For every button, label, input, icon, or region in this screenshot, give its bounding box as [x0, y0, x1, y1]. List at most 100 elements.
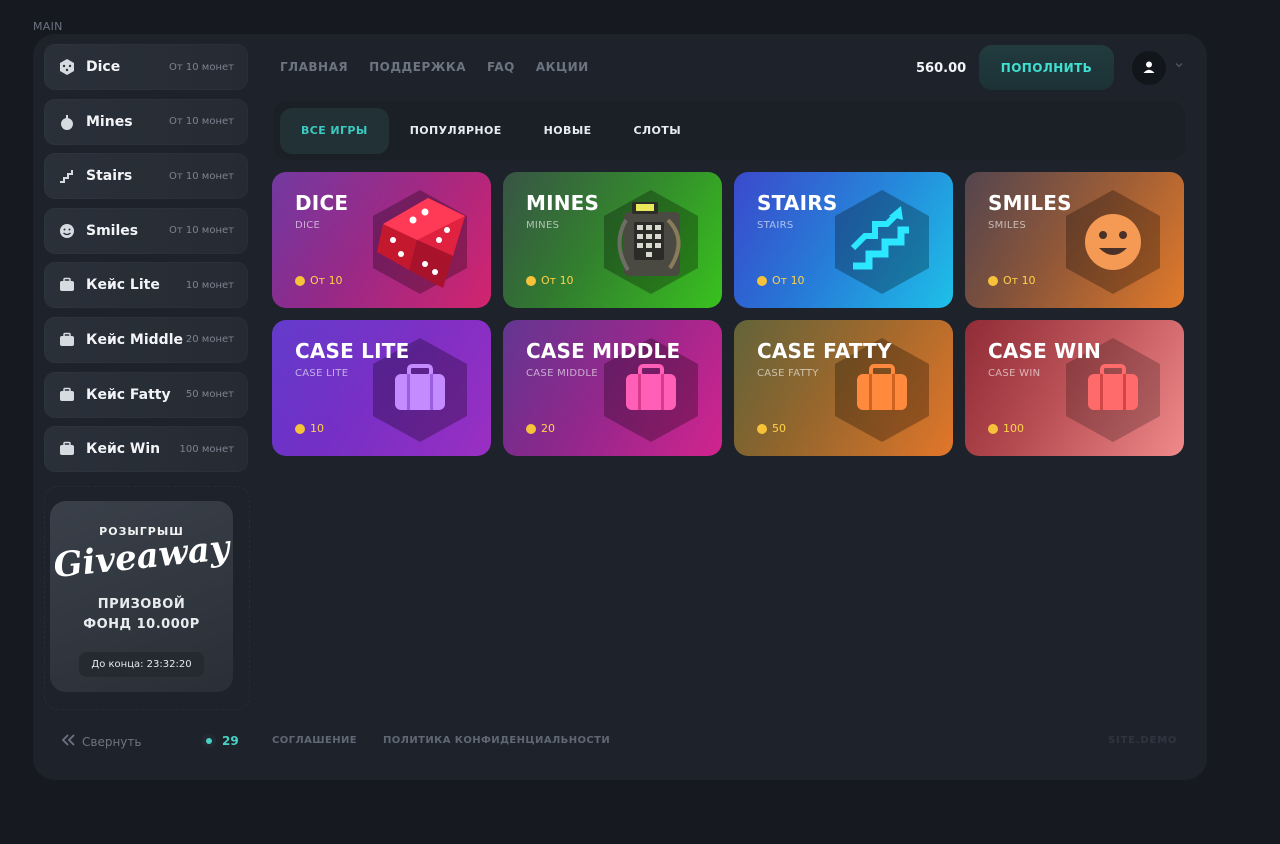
- sidebar-item-dice[interactable]: Dice От 10 монет: [44, 44, 248, 90]
- coin-icon: [988, 423, 998, 434]
- nav-support[interactable]: ПОДДЕРЖКА: [369, 60, 466, 74]
- sidebar-item-mines[interactable]: Mines От 10 монет: [44, 98, 248, 145]
- card-subtitle: MINES: [526, 220, 560, 231]
- card-title: CASE FATTY: [757, 339, 892, 363]
- game-card-mines[interactable]: MINES MINES От 10: [503, 172, 722, 308]
- sidebar-item-label: Кейс Middle: [86, 331, 183, 348]
- card-price-value: 20: [541, 422, 555, 435]
- sidebar-item-price: От 10 монет: [169, 116, 234, 128]
- card-price-value: 10: [310, 422, 324, 435]
- footer-link-privacy[interactable]: ПОЛИТИКА КОНФИДЕНЦИАЛЬНОСТИ: [383, 735, 610, 746]
- card-price: От 10: [988, 274, 1036, 287]
- card-title: DICE: [295, 191, 349, 215]
- sidebar-item-case-middle[interactable]: Кейс Middle 20 монет: [44, 316, 248, 363]
- sidebar-item-price: 100 монет: [179, 443, 234, 455]
- nav-promos[interactable]: АКЦИИ: [536, 60, 589, 74]
- card-title: MINES: [526, 191, 600, 215]
- sidebar-item-price: 20 монет: [185, 334, 234, 346]
- tab-new[interactable]: НОВЫЕ: [523, 108, 613, 154]
- stairs-arrow-icon: [835, 190, 929, 294]
- sidebar-item-price: От 10 монет: [169, 170, 234, 182]
- nav-home[interactable]: ГЛАВНАЯ: [280, 60, 348, 74]
- stairs-icon: [58, 167, 76, 185]
- coin-icon: [988, 275, 998, 286]
- game-card-case-middle[interactable]: CASE MIDDLE CASE MIDDLE 20: [503, 320, 722, 456]
- sidebar-item-price: От 10 монет: [169, 61, 234, 73]
- card-subtitle: CASE FATTY: [757, 368, 819, 379]
- sidebar-item-case-lite[interactable]: Кейс Lite 10 монет: [44, 262, 248, 309]
- card-price-value: От 10: [310, 274, 343, 287]
- sidebar-item-smiles[interactable]: Smiles От 10 монет: [44, 207, 248, 254]
- coin-icon: [526, 275, 536, 286]
- card-subtitle: SMILES: [988, 220, 1026, 231]
- briefcase-icon: [58, 386, 76, 404]
- site-name: SITE.DEMO: [1108, 735, 1178, 746]
- card-subtitle: CASE MIDDLE: [526, 368, 598, 379]
- user-icon: [1142, 59, 1156, 78]
- game-card-case-win[interactable]: CASE WIN CASE WIN 100: [965, 320, 1184, 456]
- giveaway-banner[interactable]: РОЗЫГРЫШ Giveaway ПРИЗОВОЙ ФОНД 10.000Р …: [50, 501, 233, 692]
- footer-link-agreement[interactable]: СОГЛАШЕНИЕ: [272, 735, 357, 746]
- collapse-sidebar-button[interactable]: Свернуть: [61, 734, 142, 749]
- sidebar-item-case-fatty[interactable]: Кейс Fatty 50 монет: [44, 371, 248, 418]
- tab-slots[interactable]: СЛОТЫ: [613, 108, 702, 154]
- card-title: CASE WIN: [988, 339, 1102, 363]
- balance: 560.00: [916, 61, 967, 76]
- tab-all-games[interactable]: ВСЕ ИГРЫ: [280, 107, 389, 154]
- sidebar-item-stairs[interactable]: Stairs От 10 монет: [44, 153, 248, 200]
- card-price: От 10: [295, 274, 343, 287]
- category-tabs: ВСЕ ИГРЫ ПОПУЛЯРНОЕ НОВЫЕ СЛОТЫ: [273, 101, 1185, 160]
- sidebar-item-label: Smiles: [86, 222, 139, 239]
- game-card-stairs[interactable]: STAIRS STAIRS От 10: [734, 172, 953, 308]
- top-nav: ГЛАВНАЯ ПОДДЕРЖКА FAQ АКЦИИ: [280, 60, 589, 74]
- games-grid: DICE DICE От 10 MINES MINES От 10 STAIRS…: [272, 172, 1184, 456]
- tab-popular[interactable]: ПОПУЛЯРНОЕ: [389, 108, 523, 154]
- topup-button[interactable]: ПОПОЛНИТЬ: [979, 45, 1114, 90]
- card-price-value: От 10: [541, 274, 574, 287]
- card-title: SMILES: [988, 191, 1072, 215]
- chevron-down-icon[interactable]: [1174, 60, 1184, 73]
- collapse-label: Свернуть: [82, 734, 142, 749]
- game-card-case-lite[interactable]: CASE LITE CASE LITE 10: [272, 320, 491, 456]
- card-title: STAIRS: [757, 191, 838, 215]
- nav-faq[interactable]: FAQ: [487, 60, 515, 74]
- sidebar-item-price: 50 монет: [185, 389, 234, 401]
- sidebar-item-price: От 10 монет: [169, 225, 234, 237]
- card-price-value: 50: [772, 422, 786, 435]
- promo-timer: До конца: 23:32:20: [79, 652, 204, 677]
- briefcase-icon: [58, 331, 76, 349]
- card-subtitle: CASE LITE: [295, 368, 349, 379]
- card-subtitle: CASE WIN: [988, 368, 1041, 379]
- card-price-value: От 10: [772, 274, 805, 287]
- bomb-device-icon: [604, 190, 698, 294]
- sidebar-item-label: Mines: [86, 113, 133, 130]
- promo-title: ПРИЗОВОЙ ФОНД 10.000Р: [50, 595, 233, 635]
- bomb-icon: [58, 113, 76, 131]
- smiley-face-icon: [1066, 190, 1160, 294]
- promo-title-line2: ФОНД 10.000Р: [83, 617, 200, 632]
- briefcase-icon: [58, 440, 76, 458]
- card-title: CASE MIDDLE: [526, 339, 681, 363]
- sidebar-item-label: Кейс Win: [86, 441, 161, 458]
- sidebar: Dice От 10 монет Mines От 10 монет Stair…: [44, 44, 248, 481]
- game-card-smiles[interactable]: SMILES SMILES От 10: [965, 172, 1184, 308]
- game-card-case-fatty[interactable]: CASE FATTY CASE FATTY 50: [734, 320, 953, 456]
- smile-icon: [58, 222, 76, 240]
- card-price: От 10: [757, 274, 805, 287]
- card-subtitle: DICE: [295, 220, 321, 231]
- dice-icon: [58, 58, 76, 76]
- sidebar-item-price: 10 монет: [185, 279, 234, 291]
- page-label: MAIN: [33, 20, 63, 33]
- sidebar-item-case-win[interactable]: Кейс Win 100 монет: [44, 426, 248, 473]
- card-price: 20: [526, 422, 555, 435]
- user-avatar-button[interactable]: [1132, 51, 1166, 85]
- card-price: 10: [295, 422, 324, 435]
- card-price-value: 100: [1003, 422, 1024, 435]
- briefcase-icon: [58, 276, 76, 294]
- red-dice-icon: [373, 190, 467, 294]
- game-card-dice[interactable]: DICE DICE От 10: [272, 172, 491, 308]
- promo-title-line1: ПРИЗОВОЙ: [97, 597, 186, 612]
- coin-icon: [526, 423, 536, 434]
- coin-icon: [295, 423, 305, 434]
- double-chevron-left-icon: [61, 734, 76, 749]
